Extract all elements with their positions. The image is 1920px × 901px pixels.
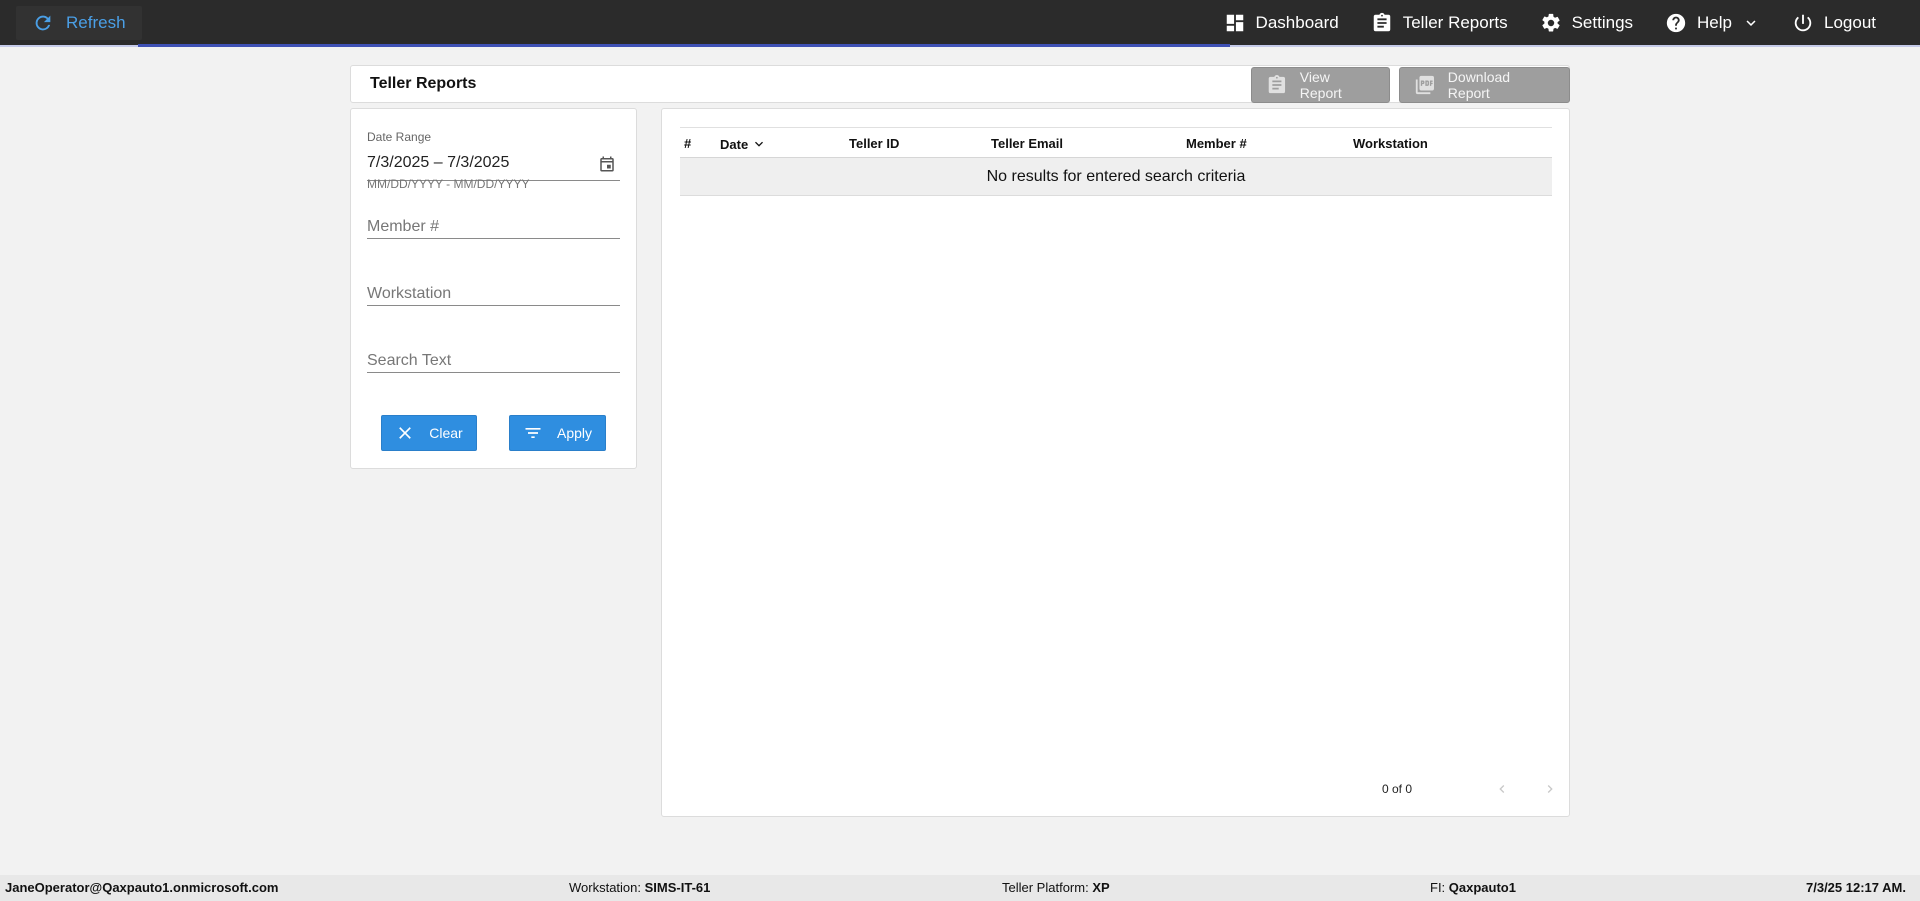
workstation-input[interactable] [367, 276, 620, 305]
clear-button[interactable]: Clear [381, 415, 477, 451]
column-header-member[interactable]: Member # [1186, 136, 1247, 151]
column-header-date[interactable]: Date [720, 136, 767, 152]
paginator-range: 0 of 0 [1382, 782, 1413, 796]
clear-label: Clear [429, 425, 463, 441]
date-range-field[interactable]: 7/3/2025 – 7/3/2025 [367, 145, 620, 181]
download-report-button[interactable]: Download Report [1399, 67, 1570, 103]
pdf-icon [1415, 75, 1434, 95]
refresh-icon [35, 15, 51, 31]
nav-settings[interactable]: Settings [1524, 0, 1649, 45]
refresh-button[interactable]: Refresh [16, 6, 142, 40]
page-title: Teller Reports [370, 75, 477, 92]
status-bar: JaneOperator@Qaxpauto1.onmicrosoft.com W… [0, 875, 1920, 901]
empty-results-row: No results for entered search criteria [680, 158, 1552, 196]
top-nav: Dashboard Teller Reports Settings Help L… [1208, 0, 1892, 45]
status-fi: FI: Qaxpauto1 [1430, 880, 1516, 895]
table-header: # Date Teller ID Teller Email Member # W… [680, 127, 1552, 158]
nav-logout[interactable]: Logout [1776, 0, 1892, 45]
refresh-label: Refresh [66, 13, 126, 32]
member-input[interactable] [367, 209, 620, 238]
results-table: # Date Teller ID Teller Email Member # W… [680, 127, 1552, 196]
column-header-teller-id[interactable]: Teller ID [849, 136, 899, 151]
dashboard-icon [1226, 14, 1243, 31]
date-range-label: Date Range [367, 130, 432, 144]
nav-logout-label: Logout [1824, 12, 1876, 32]
view-report-button[interactable]: View Report [1251, 67, 1390, 103]
column-header-workstation[interactable]: Workstation [1353, 136, 1428, 151]
clipboard-icon [1373, 12, 1390, 31]
member-field [367, 209, 620, 239]
status-workstation: Workstation: SIMS-IT-61 [569, 880, 711, 895]
sort-descending-icon [755, 141, 764, 147]
workstation-field [367, 276, 620, 306]
apply-label: Apply [556, 425, 593, 441]
search-text-input[interactable] [367, 343, 620, 372]
nav-teller-reports[interactable]: Teller Reports [1355, 0, 1524, 45]
top-app-bar: Refresh Dashboard Teller Reports Setting… [0, 0, 1920, 45]
loading-progress-bar [138, 44, 1230, 47]
search-text-field [367, 343, 620, 373]
paginator: 0 of 0 [1382, 779, 1553, 799]
date-format-hint: MM/DD/YYYY - MM/DD/YYYY [367, 177, 530, 191]
nav-teller-reports-label: Teller Reports [1402, 12, 1508, 32]
apply-button[interactable]: Apply [509, 415, 606, 451]
nav-help-label: Help [1697, 12, 1732, 32]
results-panel: # Date Teller ID Teller Email Member # W… [661, 108, 1570, 817]
status-datetime: 7/3/25 12:17 AM. [1806, 880, 1906, 895]
nav-dashboard[interactable]: Dashboard [1208, 0, 1355, 45]
date-range-value: 7/3/2025 – 7/3/2025 [367, 154, 510, 171]
help-icon [1666, 13, 1686, 32]
chevron-right-icon [1547, 785, 1553, 793]
column-header-teller-email[interactable]: Teller Email [991, 136, 1063, 151]
status-user: JaneOperator@Qaxpauto1.onmicrosoft.com [5, 880, 279, 895]
nav-settings-label: Settings [1571, 12, 1634, 32]
empty-results-message: No results for entered search criteria [986, 167, 1246, 185]
chevron-left-icon [1499, 785, 1505, 793]
clipboard-icon [1268, 75, 1286, 94]
close-icon [399, 427, 412, 439]
power-icon [1794, 14, 1812, 31]
filter-icon [525, 428, 541, 438]
chevron-down-icon [1746, 19, 1756, 26]
nav-dashboard-label: Dashboard [1255, 12, 1339, 32]
nav-help[interactable]: Help [1649, 0, 1776, 45]
next-page-button[interactable] [1540, 779, 1560, 799]
view-report-label: View Report [1299, 69, 1342, 101]
column-header-number[interactable]: # [684, 136, 691, 151]
page-header: Teller Reports View Report Download Repo… [350, 65, 1570, 103]
previous-page-button[interactable] [1492, 779, 1512, 799]
download-report-label: Download Report [1447, 69, 1511, 101]
gear-icon [1541, 13, 1560, 32]
status-teller-platform: Teller Platform: XP [1002, 880, 1110, 895]
calendar-icon[interactable] [598, 155, 616, 173]
filter-panel: Date Range 7/3/2025 – 7/3/2025 MM/DD/YYY… [350, 108, 637, 469]
